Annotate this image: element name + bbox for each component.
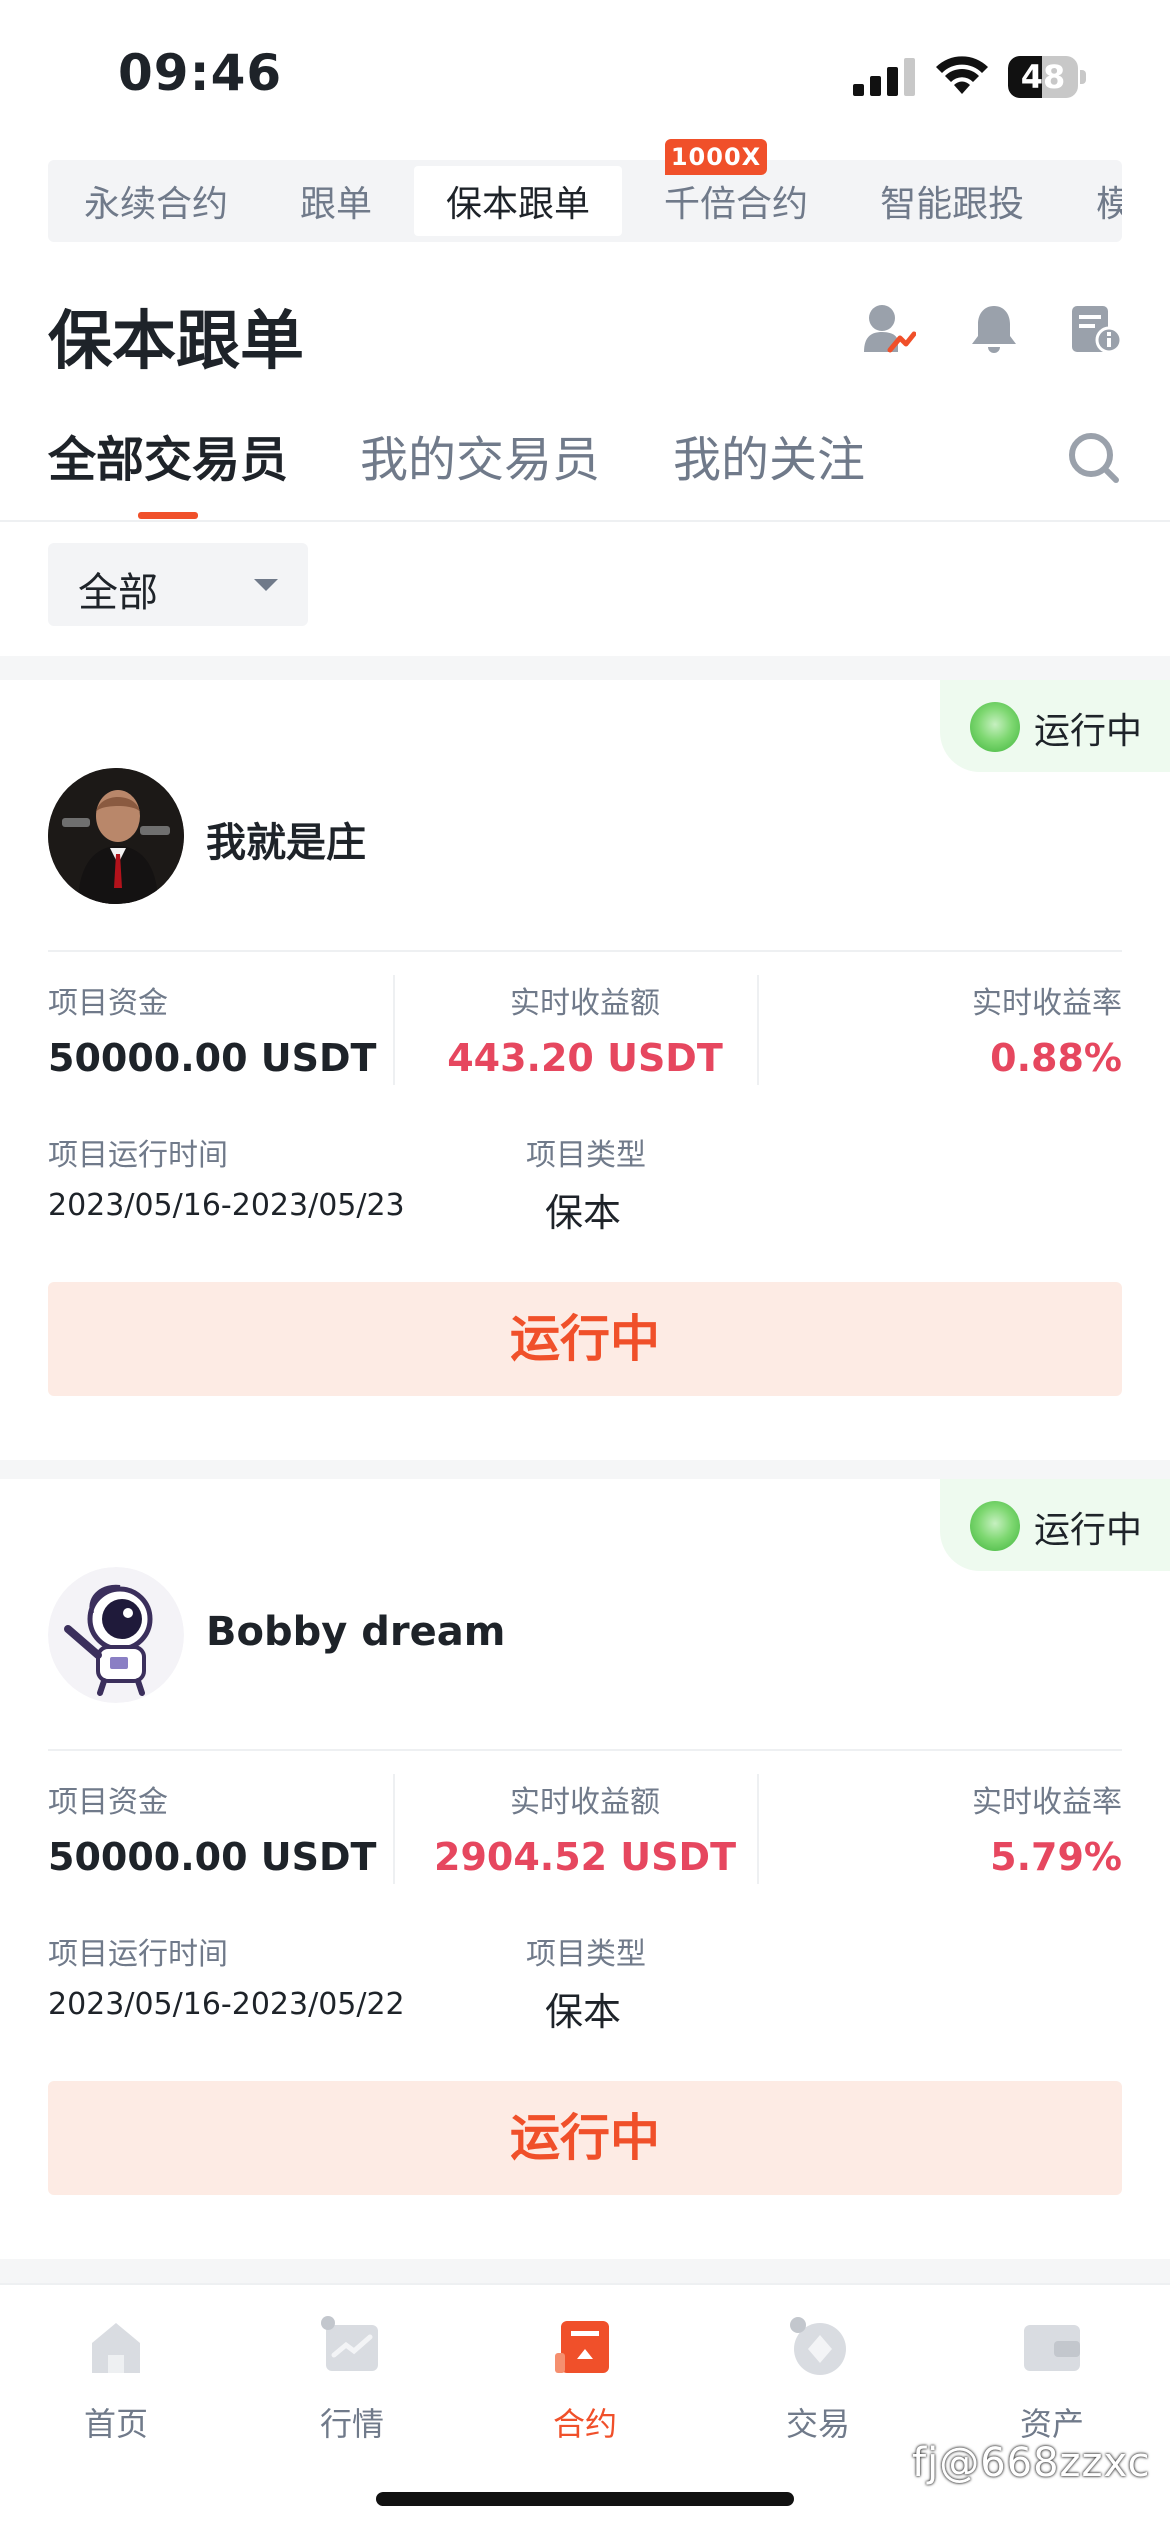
tab-guaranteed-copy[interactable]: 保本跟单 bbox=[414, 166, 623, 236]
tab-copy-trade[interactable]: 跟单 bbox=[264, 166, 408, 236]
tab-my-traders[interactable]: 我的交易员 bbox=[360, 420, 600, 490]
nav-home-label: 首页 bbox=[83, 2405, 148, 2443]
column-divider bbox=[393, 1774, 395, 1884]
capital-value: 50000.00 USDT bbox=[48, 1036, 377, 1080]
profit-rate-value: 5.79% bbox=[990, 1835, 1122, 1879]
status-bar: 09:46 48 bbox=[0, 0, 1170, 150]
tab-1000x-contract[interactable]: 千倍合约 bbox=[628, 166, 844, 236]
running-button[interactable]: 运行中 bbox=[48, 1282, 1122, 1396]
status-badge: 运行中 bbox=[940, 680, 1170, 772]
tab-simulated-contract[interactable]: 模拟合 bbox=[1060, 166, 1122, 236]
column-divider bbox=[757, 1774, 759, 1884]
project-type-label: 项目类型 bbox=[526, 1138, 646, 1173]
capital-value: 50000.00 USDT bbox=[48, 1835, 377, 1879]
card-divider bbox=[48, 950, 1122, 952]
trader-card[interactable]: 运行中 Bobby dream 项目资金 50000.00 USDT 实时收益额… bbox=[0, 1479, 1170, 2259]
trader-name[interactable]: Bobby dream bbox=[206, 1609, 505, 1655]
profit-value: 2904.52 USDT bbox=[434, 1835, 736, 1879]
running-button[interactable]: 运行中 bbox=[48, 2081, 1122, 2195]
column-divider bbox=[393, 975, 395, 1085]
market-chart-icon bbox=[321, 2316, 378, 2371]
tab-my-follows[interactable]: 我的关注 bbox=[673, 420, 865, 490]
trade-icon bbox=[790, 2317, 846, 2375]
status-time: 09:46 bbox=[118, 44, 283, 102]
section-gap bbox=[0, 2259, 1170, 2283]
period-value: 2023/05/16-2023/05/22 bbox=[48, 1987, 405, 2022]
home-icon bbox=[92, 2323, 140, 2373]
tab-all-traders[interactable]: 全部交易员 bbox=[48, 420, 288, 490]
status-badge-label: 运行中 bbox=[1034, 1510, 1143, 1551]
card-divider bbox=[48, 1749, 1122, 1751]
chevron-down-icon bbox=[254, 579, 278, 591]
project-type-label: 项目类型 bbox=[526, 1937, 646, 1972]
profit-label: 实时收益额 bbox=[510, 1785, 660, 1820]
nav-contract[interactable]: 合约 bbox=[505, 2315, 665, 2455]
trader-card[interactable]: 运行中 我就是庄 项目资金 50000.00 USDT 实时收益额 443.20… bbox=[0, 680, 1170, 1460]
nav-trade-label: 交易 bbox=[785, 2405, 850, 2443]
contract-icon bbox=[555, 2321, 609, 2373]
nav-trade[interactable]: 交易 bbox=[738, 2315, 898, 2455]
running-dot-icon bbox=[970, 1501, 1020, 1551]
running-dot-icon bbox=[970, 702, 1020, 752]
profit-rate-value: 0.88% bbox=[990, 1036, 1122, 1080]
capital-label: 项目资金 bbox=[48, 986, 168, 1021]
document-info-icon[interactable] bbox=[1066, 300, 1122, 356]
filter-selected-value: 全部 bbox=[78, 570, 158, 616]
column-divider bbox=[757, 975, 759, 1085]
tab-perpetual[interactable]: 永续合约 bbox=[48, 166, 264, 236]
period-label: 项目运行时间 bbox=[48, 1138, 228, 1173]
profit-label: 实时收益额 bbox=[510, 986, 660, 1021]
capital-label: 项目资金 bbox=[48, 1785, 168, 1820]
trader-profile-icon[interactable] bbox=[860, 300, 916, 356]
watermark: fj@668zzxc bbox=[912, 2440, 1151, 2486]
search-icon[interactable] bbox=[1066, 430, 1120, 484]
nav-contract-label: 合约 bbox=[552, 2405, 617, 2443]
avatar[interactable] bbox=[48, 768, 184, 904]
status-badge: 运行中 bbox=[940, 1479, 1170, 1571]
nav-home[interactable]: 首页 bbox=[36, 2315, 196, 2455]
profit-value: 443.20 USDT bbox=[447, 1036, 723, 1080]
period-label: 项目运行时间 bbox=[48, 1937, 228, 1972]
period-value: 2023/05/16-2023/05/23 bbox=[48, 1188, 405, 1223]
active-tab-indicator bbox=[138, 512, 198, 519]
project-type-value: 保本 bbox=[545, 1191, 622, 1235]
profit-rate-label: 实时收益率 bbox=[972, 986, 1122, 1021]
nav-market[interactable]: 行情 bbox=[272, 2315, 432, 2455]
profit-rate-label: 实时收益率 bbox=[972, 1785, 1122, 1820]
nav-market-label: 行情 bbox=[319, 2405, 384, 2443]
cellular-signal-icon bbox=[853, 58, 915, 96]
tab-smart-follow[interactable]: 智能跟投 bbox=[844, 166, 1060, 236]
bell-icon[interactable] bbox=[966, 300, 1022, 356]
product-tabs: 永续合约 跟单 保本跟单 千倍合约 智能跟投 模拟合 bbox=[48, 160, 1122, 242]
avatar[interactable] bbox=[48, 1567, 184, 1703]
section-gap bbox=[0, 656, 1170, 680]
wifi-icon bbox=[936, 56, 988, 94]
status-badge-label: 运行中 bbox=[1034, 711, 1143, 752]
home-indicator[interactable] bbox=[376, 2492, 794, 2506]
battery-icon: 48 bbox=[1008, 56, 1086, 98]
battery-percent: 48 bbox=[1020, 58, 1066, 96]
1000x-badge: 1000X bbox=[665, 139, 767, 175]
trader-name[interactable]: 我就是庄 bbox=[206, 810, 366, 868]
trader-filter-dropdown[interactable]: 全部 bbox=[48, 543, 308, 626]
nav-assets-label: 资产 bbox=[1019, 2405, 1084, 2443]
nav-assets[interactable]: 资产 bbox=[972, 2315, 1132, 2455]
project-type-value: 保本 bbox=[545, 1990, 622, 2034]
page-title: 保本跟单 bbox=[48, 305, 304, 379]
tabs-divider bbox=[0, 520, 1170, 522]
wallet-icon bbox=[1024, 2325, 1080, 2371]
